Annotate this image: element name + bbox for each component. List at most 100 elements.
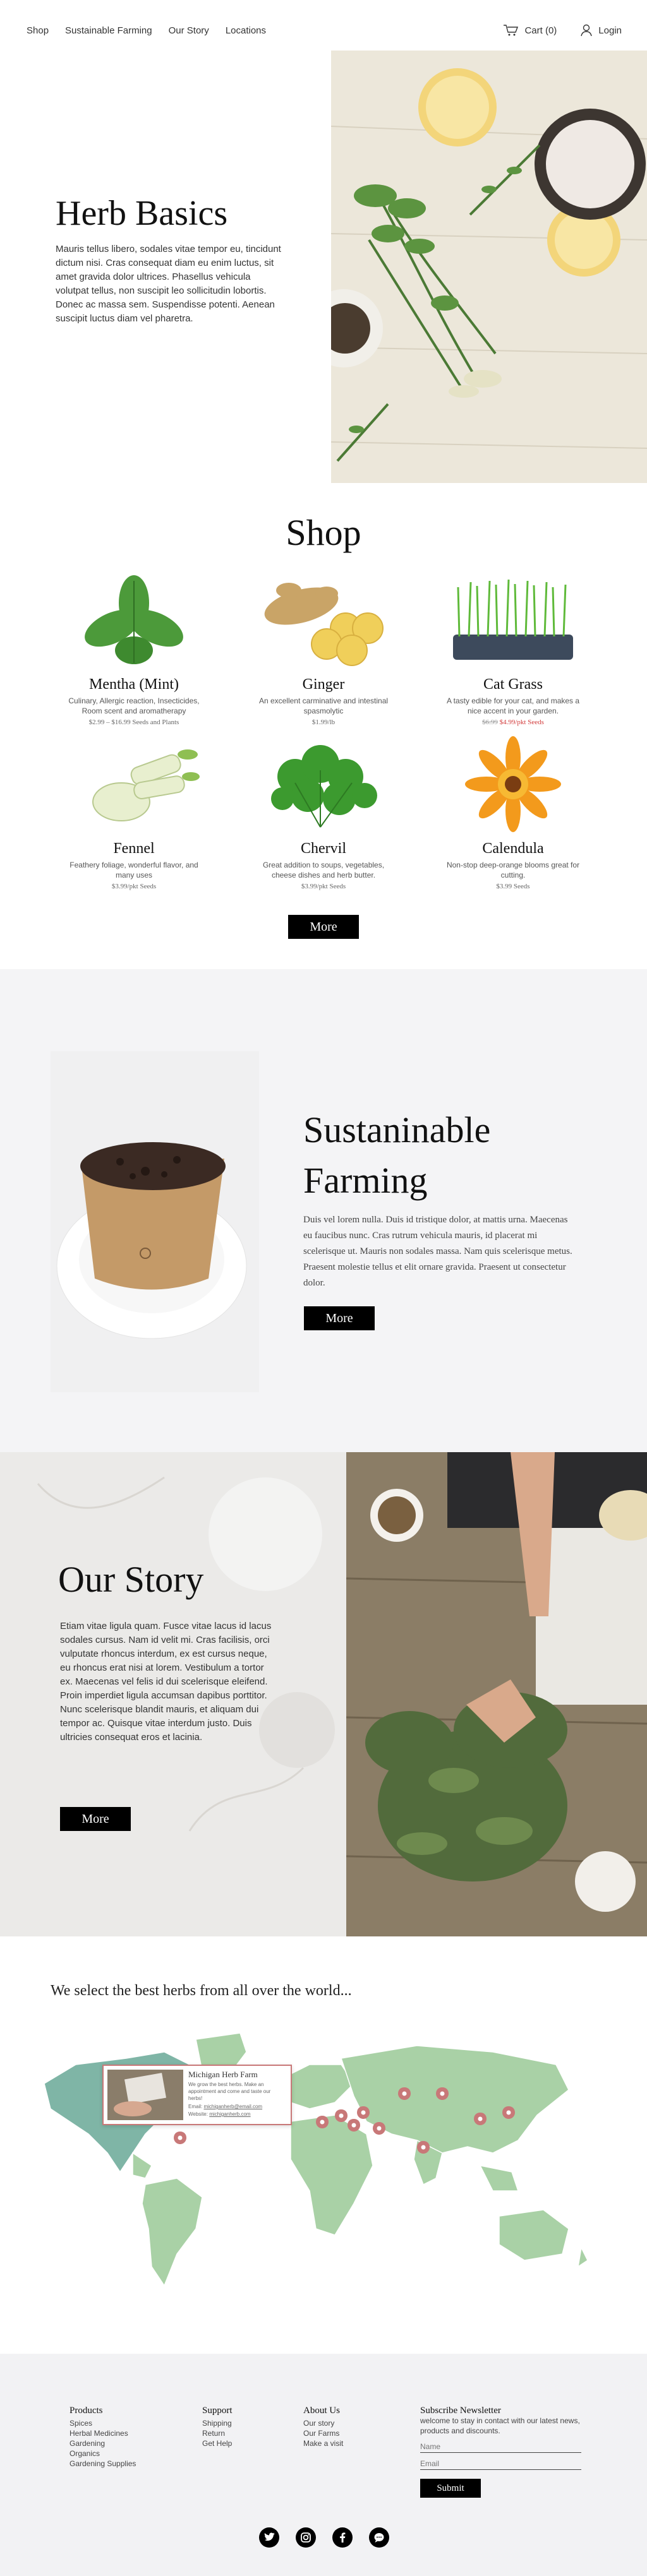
footer-link[interactable]: Get Help: [202, 2438, 233, 2448]
herbs-table-image: [331, 51, 647, 483]
ginger-image: [251, 568, 396, 672]
footer-link[interactable]: Make a visit: [303, 2438, 343, 2448]
farm-website-link[interactable]: michiganherb.com: [209, 2111, 250, 2117]
header-actions: Cart (0) Login: [503, 24, 622, 37]
product-card[interactable]: Cat Grass A tasty edible for your cat, a…: [418, 568, 608, 726]
farm-email-link[interactable]: michiganherb@email.com: [203, 2104, 262, 2109]
farm-popup-image: [107, 2070, 183, 2120]
product-description: Non-stop deep-orange blooms great for cu…: [446, 861, 580, 880]
product-description: Culinary, Allergic reaction, Insecticide…: [68, 696, 200, 715]
product-price: $6.99 $4.99/pkt Seeds: [418, 719, 608, 726]
sustainable-section: [0, 969, 647, 1452]
product-name[interactable]: Mentha (Mint): [39, 676, 229, 693]
footer-products-title: Products: [70, 2406, 103, 2416]
map-pin-dot: [377, 2126, 382, 2131]
farm-popup[interactable]: Michigan Herb Farm We grow the best herb…: [102, 2065, 292, 2125]
product-price: $3.99/pkt Seeds: [301, 883, 346, 890]
map-pin-dot: [440, 2091, 445, 2096]
newsletter-submit-button[interactable]: Submit: [420, 2479, 481, 2498]
product-description: Great addition to soups, vegetables, che…: [262, 861, 385, 880]
story-more-button[interactable]: More: [60, 1807, 131, 1831]
footer-link[interactable]: Shipping: [202, 2418, 233, 2428]
login-label: Login: [598, 25, 622, 36]
product-card[interactable]: Fennel Feathery foliage, wonderful flavo…: [39, 732, 229, 890]
newsletter-text: welcome to stay in contact with our late…: [420, 2416, 580, 2435]
chat-icon[interactable]: [369, 2527, 389, 2548]
twitter-icon[interactable]: [259, 2527, 279, 2548]
instagram-icon[interactable]: [296, 2527, 316, 2548]
user-icon: [581, 24, 592, 37]
product-name[interactable]: Chervil: [229, 840, 418, 857]
main-nav: Shop Sustainable Farming Our Story Locat…: [27, 25, 266, 36]
newsletter-title: Subscribe Newsletter: [420, 2406, 501, 2416]
sustainable-title-line2: Farming: [303, 1160, 428, 1201]
cat-grass-image: [440, 568, 586, 672]
farm-popup-email: Email: michiganherb@email.com: [188, 2104, 262, 2109]
newsletter-email-input[interactable]: [420, 2458, 581, 2470]
footer-link[interactable]: Our Farms: [303, 2428, 343, 2438]
cart-label: Cart (0): [524, 25, 557, 36]
hero-title: Herb Basics: [56, 194, 228, 233]
nav-our-story[interactable]: Our Story: [169, 25, 209, 36]
product-name[interactable]: Calendula: [418, 840, 608, 857]
product-name[interactable]: Ginger: [229, 676, 418, 693]
shop-title: Shop: [286, 512, 361, 553]
sustainable-text: Duis vel lorem nulla. Duis id tristique …: [303, 1215, 572, 1288]
story-hands-image: [346, 1452, 647, 1936]
nav-shop[interactable]: Shop: [27, 25, 49, 36]
footer-products: Products Spices Herbal Medicines Gardeni…: [70, 2406, 136, 2469]
site-header: Shop Sustainable Farming Our Story Locat…: [0, 0, 647, 51]
product-price: $3.99/pkt Seeds: [111, 883, 157, 890]
login-button[interactable]: Login: [581, 24, 622, 37]
world-section-title: We select the best herbs from all over t…: [51, 1983, 352, 1999]
footer-about-title: About Us: [303, 2406, 340, 2416]
facebook-icon[interactable]: [332, 2527, 353, 2548]
story-title: Our Story: [58, 1559, 204, 1600]
cart-button[interactable]: Cart (0): [503, 24, 557, 37]
sustainable-title-line1: Sustaninable: [303, 1109, 491, 1150]
newsletter-name-input[interactable]: [420, 2441, 581, 2453]
product-name[interactable]: Fennel: [39, 840, 229, 857]
footer-link[interactable]: Organics: [70, 2448, 136, 2459]
map-pin-dot: [478, 2116, 483, 2121]
hero-image: [331, 51, 647, 483]
hero-text: Mauris tellus libero, sodales vitae temp…: [56, 244, 281, 324]
shop-more-button[interactable]: More: [288, 915, 359, 939]
old-price: $6.99: [482, 719, 498, 726]
product-name[interactable]: Cat Grass: [418, 676, 608, 693]
product-price: $3.99 Seeds: [496, 883, 530, 890]
product-description: Feathery foliage, wonderful flavor, and …: [70, 861, 198, 880]
website-label: Website:: [188, 2111, 208, 2117]
map-pin-dot: [361, 2110, 366, 2115]
footer-link[interactable]: Our story: [303, 2418, 343, 2428]
nav-locations[interactable]: Locations: [226, 25, 266, 36]
footer-link[interactable]: Herbal Medicines: [70, 2428, 136, 2438]
product-price: $2.99 – $16.99 Seeds and Plants: [88, 719, 179, 726]
sustainable-more-button[interactable]: More: [304, 1306, 375, 1330]
map-pin-dot: [402, 2091, 407, 2096]
map-pin-dot: [421, 2145, 426, 2150]
product-price: $1.99/lb: [311, 719, 336, 726]
tea-bag-image: [51, 1051, 259, 1392]
map-pin-dot: [178, 2135, 183, 2140]
cart-icon: [504, 25, 519, 36]
footer-support: Support Shipping Return Get Help: [202, 2406, 233, 2448]
product-description: A tasty edible for your cat, and makes a…: [446, 696, 580, 715]
footer-link[interactable]: Gardening: [70, 2438, 136, 2448]
footer-link[interactable]: Gardening Supplies: [70, 2459, 136, 2469]
map-pin-dot: [339, 2113, 344, 2118]
product-card[interactable]: Ginger An excellent carminative and inte…: [229, 568, 418, 726]
farm-popup-website: Website: michiganherb.com: [188, 2111, 251, 2117]
map-pin-dot: [320, 2120, 325, 2125]
nav-sustainable-farming[interactable]: Sustainable Farming: [65, 25, 152, 36]
footer-link[interactable]: Spices: [70, 2418, 136, 2428]
product-card[interactable]: Mentha (Mint) Culinary, Allergic reactio…: [39, 568, 229, 726]
product-card[interactable]: Calendula Non-stop deep-orange blooms gr…: [418, 732, 608, 890]
product-description: An excellent carminative and intestinal …: [258, 696, 389, 715]
map-pin-dot: [351, 2123, 356, 2128]
footer-link[interactable]: Return: [202, 2428, 233, 2438]
product-card[interactable]: Chervil Great addition to soups, vegetab…: [229, 732, 418, 890]
farm-popup-title: Michigan Herb Farm: [188, 2070, 258, 2079]
world-map[interactable]: Michigan Herb Farm We grow the best herb…: [38, 2027, 594, 2311]
calendula-image: [440, 732, 586, 837]
